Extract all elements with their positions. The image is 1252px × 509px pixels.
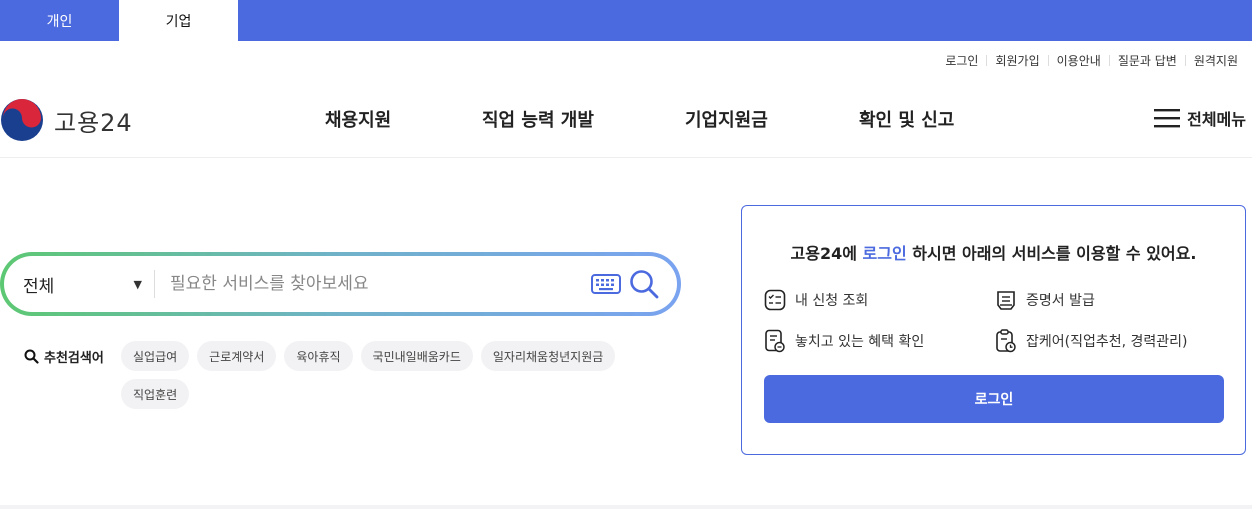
service-jobcare[interactable]: 잡케어(직업추천, 경력관리) bbox=[995, 329, 1188, 353]
search-bar: 전체 ▼ bbox=[0, 252, 681, 316]
keyword-chip[interactable]: 근로계약서 bbox=[197, 341, 277, 371]
guide-link[interactable]: 이용안내 bbox=[1049, 52, 1109, 69]
service-my-application[interactable]: 내 신청 조회 bbox=[764, 289, 868, 311]
caret-down-icon: ▼ bbox=[133, 277, 142, 291]
utility-links: 로그인 회원가입 이용안내 질문과 답변 원격지원 bbox=[937, 52, 1246, 69]
title-text: 고용24에 bbox=[790, 244, 863, 263]
all-menu-button[interactable]: 전체메뉴 bbox=[1153, 106, 1246, 130]
title-highlight: 로그인 bbox=[862, 244, 907, 263]
clipboard-clock-icon bbox=[996, 329, 1016, 353]
remote-support-link[interactable]: 원격지원 bbox=[1186, 52, 1246, 69]
login-panel: 고용24에 로그인 하시면 아래의 서비스를 이용할 수 있어요. 내 신청 조… bbox=[741, 205, 1246, 455]
service-label: 잡케어(직업추천, 경력관리) bbox=[1026, 334, 1188, 350]
all-menu-label: 전체메뉴 bbox=[1187, 110, 1246, 129]
login-button[interactable]: 로그인 bbox=[764, 375, 1224, 423]
service-certificate[interactable]: 증명서 발급 bbox=[995, 289, 1095, 311]
nav-confirm-report[interactable]: 확인 및 신고 bbox=[859, 106, 954, 132]
recommended-keywords-label: 추천검색어 bbox=[24, 347, 104, 366]
keyword-chip[interactable]: 일자리채움청년지원금 bbox=[480, 341, 616, 371]
keyword-chip[interactable]: 실업급여 bbox=[121, 341, 190, 371]
search-small-icon bbox=[24, 349, 39, 364]
top-tab-bar: 개인 기업 bbox=[0, 0, 1252, 41]
site-logo[interactable]: 고용24 bbox=[0, 98, 133, 142]
search-input[interactable] bbox=[155, 273, 591, 295]
virtual-keyboard-icon[interactable] bbox=[591, 274, 621, 294]
hamburger-icon bbox=[1154, 109, 1181, 128]
logo-text: 고용24 bbox=[54, 108, 133, 137]
recommended-label-text: 추천검색어 bbox=[44, 351, 104, 366]
login-link[interactable]: 로그인 bbox=[937, 52, 986, 69]
qna-link[interactable]: 질문과 답변 bbox=[1110, 52, 1185, 69]
search-icon[interactable] bbox=[629, 269, 659, 299]
service-missed-benefits[interactable]: 놓치고 있는 혜택 확인 bbox=[764, 329, 924, 353]
title-text: 하시면 아래의 서비스를 이용할 수 있어요. bbox=[906, 244, 1197, 263]
tab-corporate[interactable]: 기업 bbox=[119, 0, 238, 41]
recommended-keyword-list: 실업급여 근로계약서 육아휴직 국민내일배움카드 일자리채움청년지원금 직업훈련 bbox=[121, 341, 661, 409]
search-scope-select[interactable]: 전체 ▼ bbox=[4, 272, 154, 297]
service-label: 놓치고 있는 혜택 확인 bbox=[795, 334, 925, 350]
checklist-icon bbox=[764, 289, 786, 311]
keyword-chip[interactable]: 육아휴직 bbox=[284, 341, 353, 371]
taegeuk-logo-icon bbox=[1, 99, 43, 141]
nav-job-skill-development[interactable]: 직업 능력 개발 bbox=[482, 106, 594, 132]
nav-hiring-support[interactable]: 채용지원 bbox=[325, 106, 391, 132]
service-label: 내 신청 조회 bbox=[795, 293, 869, 309]
section-divider bbox=[0, 505, 1252, 509]
signup-link[interactable]: 회원가입 bbox=[987, 52, 1047, 69]
header-divider bbox=[0, 157, 1252, 158]
nav-corporate-subsidy[interactable]: 기업지원금 bbox=[685, 106, 768, 132]
keyword-chip[interactable]: 직업훈련 bbox=[121, 379, 190, 409]
service-label: 증명서 발급 bbox=[1026, 293, 1095, 309]
tab-personal[interactable]: 개인 bbox=[0, 0, 119, 41]
keyword-chip[interactable]: 국민내일배움카드 bbox=[360, 341, 473, 371]
benefit-document-icon bbox=[765, 329, 785, 353]
login-panel-title: 고용24에 로그인 하시면 아래의 서비스를 이용할 수 있어요. bbox=[742, 240, 1245, 264]
search-scope-value: 전체 bbox=[23, 276, 55, 297]
certificate-icon bbox=[997, 291, 1015, 310]
